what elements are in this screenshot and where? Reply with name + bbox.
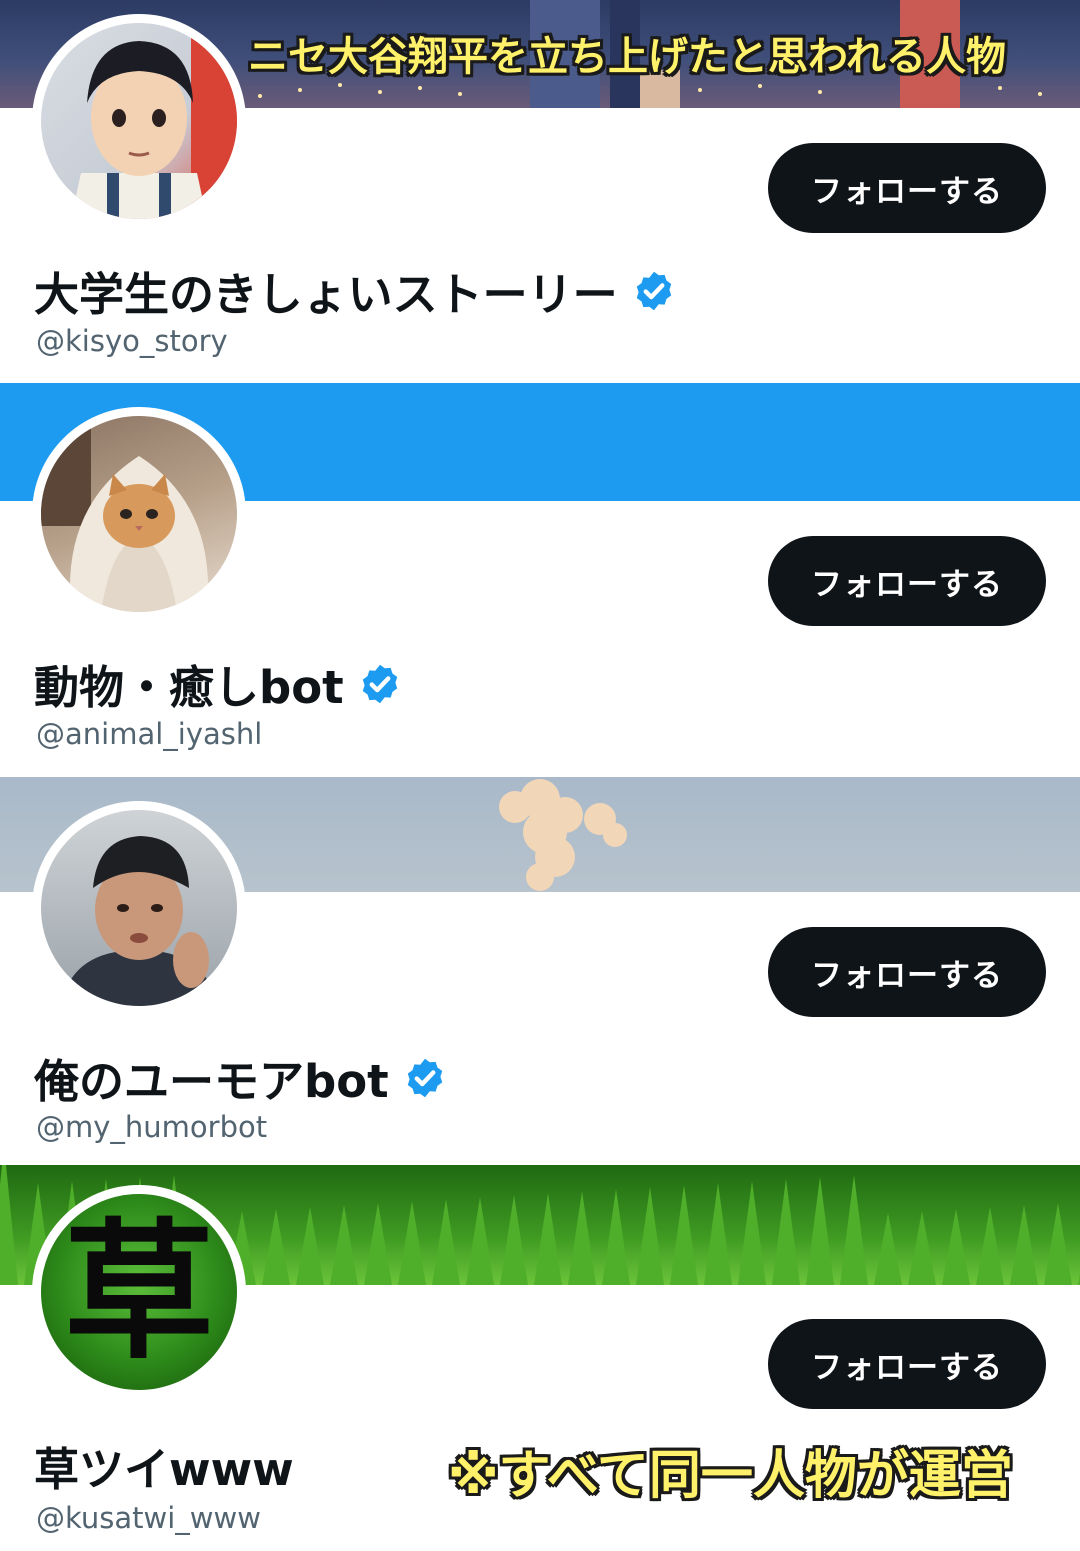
account-card[interactable]: フォローする 動物・癒しbot @animal_iyashl bbox=[0, 383, 1080, 777]
top-caption: ニセ大谷翔平を立ち上げたと思われる人物 bbox=[248, 34, 1006, 80]
avatar[interactable] bbox=[32, 407, 246, 621]
avatar[interactable] bbox=[32, 14, 246, 228]
account-name: 俺のユーモアbot bbox=[34, 1055, 389, 1108]
account-handle: @my_humorbot bbox=[36, 1110, 268, 1144]
follow-button[interactable]: フォローする bbox=[768, 536, 1046, 626]
account-card[interactable]: フォローする 俺のユーモアbot @my_humorbot bbox=[0, 777, 1080, 1165]
account-name-row: 草ツイwww bbox=[34, 1433, 294, 1498]
verified-badge-icon bbox=[636, 271, 671, 310]
account-name: 動物・癒しbot bbox=[34, 661, 344, 714]
account-handle: @animal_iyashl bbox=[36, 717, 263, 751]
avatar[interactable]: 草 bbox=[32, 1185, 246, 1399]
account-name-row: 俺のユーモアbot bbox=[34, 1045, 447, 1110]
man-in-cap-avatar-image bbox=[41, 810, 237, 1006]
account-name: 大学生のきしょいストーリー bbox=[34, 268, 618, 321]
account-handle: @kusatwi_www bbox=[36, 1501, 261, 1535]
account-name-row: 大学生のきしょいストーリー bbox=[34, 258, 676, 323]
avatar[interactable] bbox=[32, 801, 246, 1015]
account-card[interactable]: 草 フォローする 草ツイwww @kusatwi_www ※すべて同一人物が運営 bbox=[0, 1165, 1080, 1551]
verified-badge-icon bbox=[407, 1058, 442, 1097]
account-name-row: 動物・癒しbot bbox=[34, 651, 402, 716]
follow-button[interactable]: フォローする bbox=[768, 927, 1046, 1017]
account-card[interactable]: ニセ大谷翔平を立ち上げたと思われる人物 フォローする 大学生のきしょいストーリー… bbox=[0, 0, 1080, 383]
follow-button[interactable]: フォローする bbox=[768, 1319, 1046, 1409]
anime-boy-avatar-image bbox=[41, 23, 237, 219]
account-handle: @kisyo_story bbox=[36, 324, 228, 358]
account-name: 草ツイwww bbox=[34, 1443, 294, 1496]
avatar-kanji: 草 bbox=[63, 1204, 214, 1380]
cat-in-blanket-avatar-image bbox=[41, 416, 237, 612]
grass-kanji-avatar-image: 草 bbox=[41, 1194, 237, 1390]
verified-badge-icon bbox=[362, 664, 397, 703]
bottom-caption: ※すべて同一人物が運営 bbox=[448, 1446, 1013, 1506]
follow-button[interactable]: フォローする bbox=[768, 143, 1046, 233]
